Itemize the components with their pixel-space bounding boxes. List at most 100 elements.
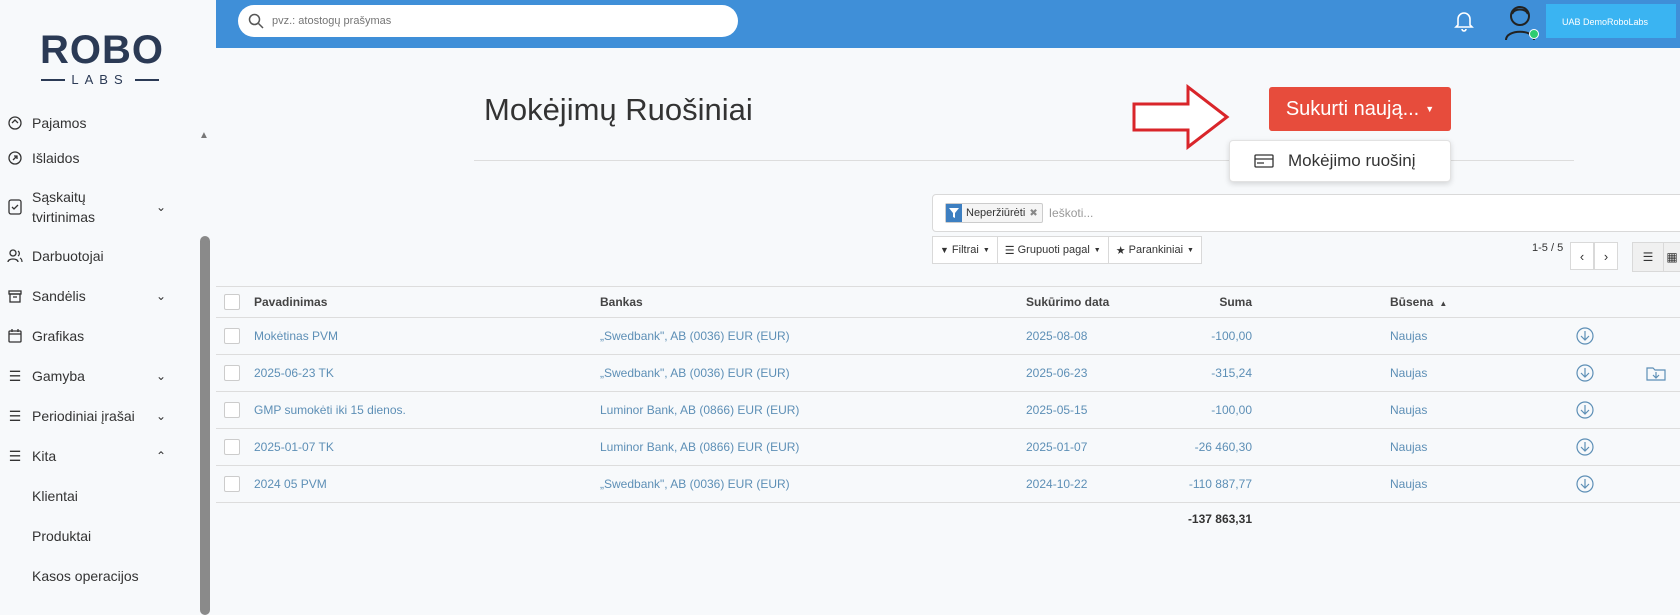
sidebar-item-saskaitu-tvirtinimas[interactable]: Sąskaitų tvirtinimas ⌄ <box>0 178 180 236</box>
search-toolbar: ▼ Filtrai ▼ ☰ Grupuoti pagal ▼ ★ Parankini… <box>932 236 1202 264</box>
sidebar-item-sandelis[interactable]: Sandėlis ⌄ <box>0 276 180 316</box>
calendar-icon <box>6 327 24 345</box>
sidebar-item-darbuotojai[interactable]: Darbuotojai <box>0 236 180 276</box>
select-all-checkbox[interactable] <box>224 294 240 310</box>
search-input[interactable] <box>272 15 712 27</box>
create-dropdown-item[interactable]: Mokėjimo ruošinį <box>1229 140 1451 182</box>
col-status-header[interactable]: Būsena ▲ <box>1390 295 1447 309</box>
download-icon[interactable] <box>1576 475 1594 493</box>
prev-page-button[interactable]: ‹ <box>1570 242 1594 270</box>
search-icon <box>248 13 264 29</box>
sidebar-item-label: Sąskaitų <box>32 189 86 205</box>
warehouse-icon <box>6 287 24 305</box>
filter-search-input[interactable]: Ieškoti... <box>1049 206 1094 220</box>
facet-label: Neperžiūrėti <box>966 207 1026 219</box>
download-icon[interactable] <box>1576 364 1594 382</box>
star-icon: ★ <box>1115 244 1126 257</box>
col-bank-header[interactable]: Bankas <box>600 295 643 309</box>
chevron-up-icon[interactable]: ⌃ <box>156 449 166 463</box>
payments-table: Pavadinimas Bankas Sukūrimo data Suma Bū… <box>216 286 1680 503</box>
sidebar-item-label: Išlaidos <box>32 150 80 166</box>
chevron-down-icon[interactable]: ⌄ <box>156 289 166 303</box>
filters-button[interactable]: ▼ Filtrai ▼ <box>932 236 998 264</box>
list-icon: ☰ <box>8 447 22 464</box>
sidebar-item-islaidos[interactable]: Išlaidos <box>0 138 180 178</box>
sidebar-subitem-kasos-operacijos[interactable]: Kasos operacijos <box>0 556 180 596</box>
online-status-dot <box>1529 29 1539 39</box>
logo-text: ROBO <box>40 28 164 72</box>
filter-facet[interactable]: Neperžiūrėti ✖ <box>945 203 1043 223</box>
sidebar-item-label: Grafikas <box>32 328 85 344</box>
download-icon[interactable] <box>1576 327 1594 345</box>
table-total: -137 863,31 <box>216 512 1680 532</box>
col-name-header[interactable]: Pavadinimas <box>254 295 327 309</box>
row-checkbox[interactable] <box>224 402 240 418</box>
scroll-up-arrow-icon[interactable]: ▲ <box>199 130 209 141</box>
col-date-header[interactable]: Sukūrimo data <box>1026 295 1109 309</box>
expenses-icon <box>6 149 24 167</box>
row-checkbox[interactable] <box>224 365 240 381</box>
list-icon: ☰ <box>1004 244 1015 257</box>
pager-value[interactable]: 1-5 / 5 <box>1532 242 1563 254</box>
income-icon <box>6 114 24 132</box>
page-title: Mokėjimų Ruošiniai <box>484 92 753 127</box>
list-view-button[interactable]: ☰ <box>1632 242 1664 272</box>
sidebar-item-label: Sandėlis <box>32 288 86 304</box>
remove-facet-icon[interactable]: ✖ <box>1029 208 1037 219</box>
chevron-down-icon[interactable]: ⌄ <box>156 369 166 383</box>
download-icon[interactable] <box>1576 438 1594 456</box>
filter-icon <box>946 204 962 222</box>
kanban-view-button[interactable]: ▦ <box>1663 242 1680 272</box>
global-search[interactable] <box>238 5 738 37</box>
top-bar: UAB DemoRoboLabs <box>216 0 1680 48</box>
sidebar-subitem-klientai[interactable]: Klientai <box>0 476 180 516</box>
bell-icon[interactable] <box>1454 10 1474 32</box>
favorites-button[interactable]: ★ Parankiniai ▼ <box>1107 236 1202 264</box>
create-new-label: Sukurti naują... <box>1285 97 1420 120</box>
create-new-button[interactable]: Sukurti naują... ▼ <box>1269 87 1451 131</box>
company-switcher[interactable]: UAB DemoRoboLabs <box>1546 4 1676 38</box>
table-header: Pavadinimas Bankas Sukūrimo data Suma Bū… <box>216 286 1680 318</box>
table-row[interactable]: 2025-06-23 TK „Swedbank", AB (0036) EUR … <box>216 355 1680 392</box>
sidebar-item-kita[interactable]: ☰ Kita ⌃ <box>0 436 180 476</box>
robolabs-logo[interactable]: ROBO LABS <box>40 28 164 92</box>
row-checkbox[interactable] <box>224 476 240 492</box>
right-arrow-annotation <box>1132 84 1230 150</box>
sidebar-item-label: tvirtinimas <box>32 209 96 225</box>
sidebar-item-label: Kita <box>32 448 57 464</box>
chevron-down-icon[interactable]: ⌄ <box>156 197 166 217</box>
list-icon: ☰ <box>8 407 22 424</box>
sidebar-nav: Pajamos Išlaidos Sąskaitų tvirtinimas ⌄ … <box>0 112 180 596</box>
dropdown-item-label: Mokėjimo ruošinį <box>1288 151 1416 170</box>
caret-down-icon: ▼ <box>1425 104 1435 114</box>
table-row[interactable]: GMP sumokėti iki 15 dienos. Luminor Bank… <box>216 392 1680 429</box>
filter-icon: ▼ <box>940 245 949 255</box>
sidebar-item-label: Periodiniai įrašai <box>32 408 135 424</box>
row-checkbox[interactable] <box>224 439 240 455</box>
sidebar-item-pajamos[interactable]: Pajamos <box>0 108 180 138</box>
chevron-down-icon[interactable]: ⌄ <box>156 409 166 423</box>
table-row[interactable]: 2025-01-07 TK Luminor Bank, AB (0866) EU… <box>216 429 1680 466</box>
employees-icon <box>6 247 24 265</box>
col-sum-header[interactable]: Suma <box>1219 295 1252 309</box>
sidebar-item-label: Gamyba <box>32 368 85 384</box>
sidebar-subitem-produktai[interactable]: Produktai <box>0 516 180 556</box>
row-checkbox[interactable] <box>224 328 240 344</box>
group-by-button[interactable]: ☰ Grupuoti pagal ▼ <box>996 236 1109 264</box>
table-row[interactable]: Mokėtinas PVM „Swedbank", AB (0036) EUR … <box>216 318 1680 355</box>
sidebar-item-grafikas[interactable]: Grafikas <box>0 316 180 356</box>
sort-asc-icon: ▲ <box>1439 299 1448 308</box>
total-sum: -137 863,31 <box>1187 512 1252 526</box>
sidebar-item-periodiniai-irasai[interactable]: ☰ Periodiniai įrašai ⌄ <box>0 396 180 436</box>
invoice-approval-icon <box>6 198 24 216</box>
folder-download-icon[interactable] <box>1646 365 1666 381</box>
sidebar-item-label: Darbuotojai <box>32 248 104 264</box>
logo-subtext: LABS <box>71 72 129 87</box>
next-page-button[interactable]: › <box>1594 242 1618 270</box>
search-filter-box[interactable]: Neperžiūrėti ✖ Ieškoti... ⊝ <box>932 194 1680 232</box>
table-row[interactable]: 2024 05 PVM „Swedbank", AB (0036) EUR (E… <box>216 466 1680 503</box>
sidebar-item-gamyba[interactable]: ☰ Gamyba ⌄ <box>0 356 180 396</box>
download-icon[interactable] <box>1576 401 1594 419</box>
sidebar-item-label: Pajamos <box>32 115 87 131</box>
sidebar-scrollbar-thumb[interactable] <box>200 236 210 615</box>
